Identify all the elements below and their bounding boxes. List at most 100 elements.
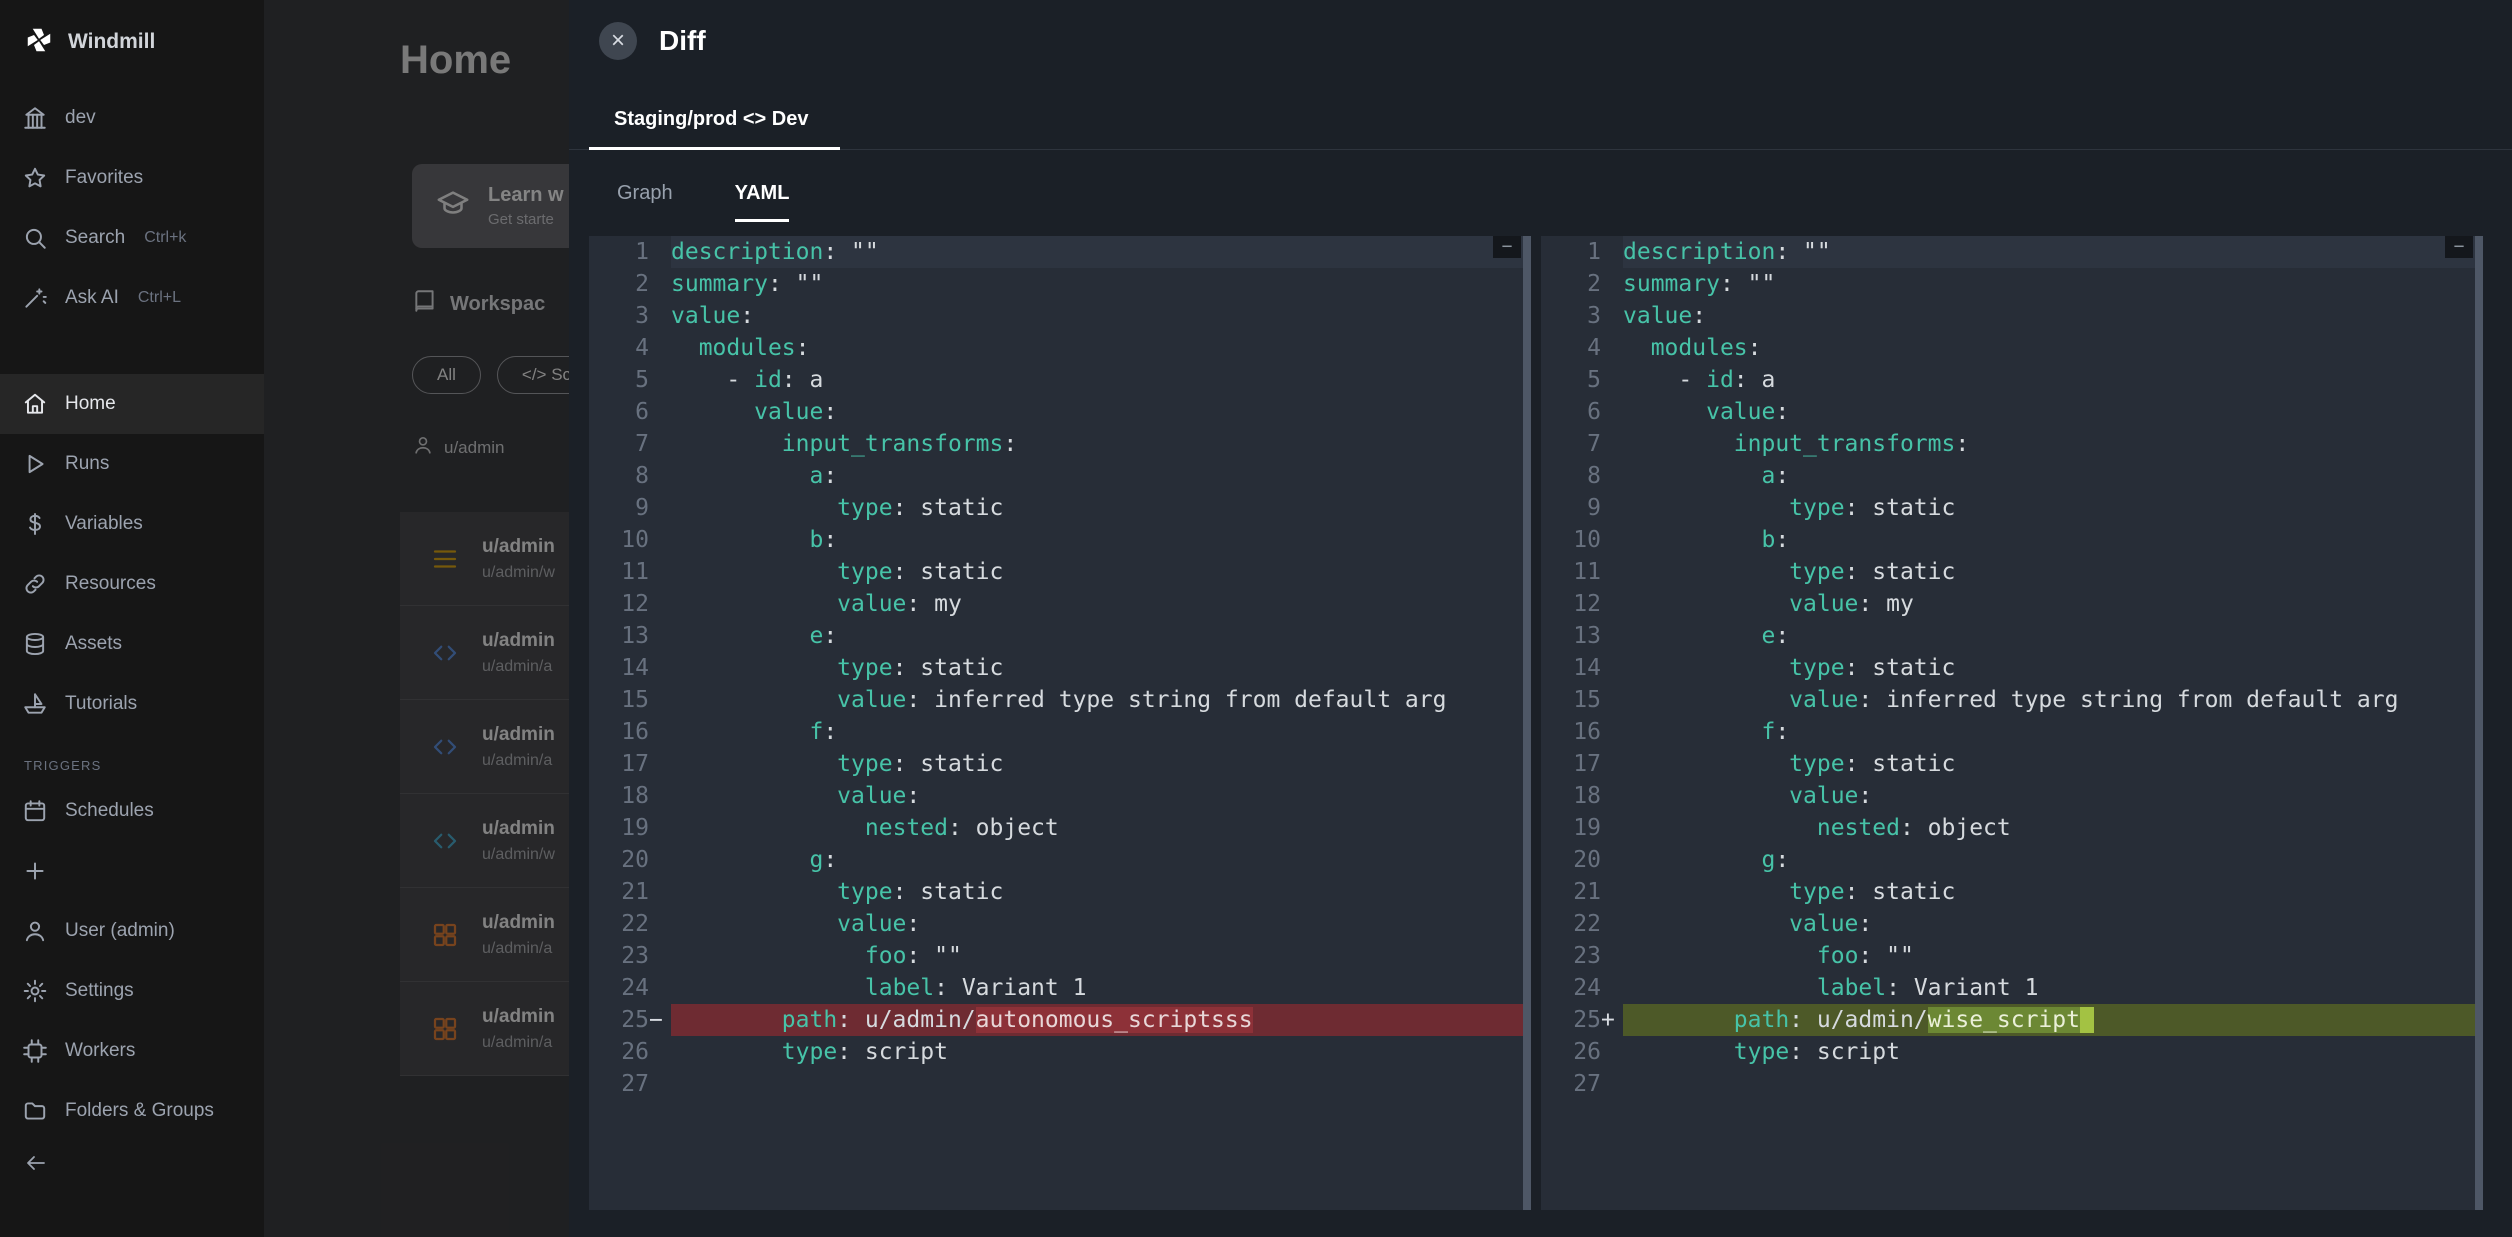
- line-number: 8: [1541, 460, 1623, 492]
- line-number: 5: [1541, 364, 1623, 396]
- line-number: 4: [589, 332, 671, 364]
- sidebar-item-workers[interactable]: Workers: [0, 1021, 264, 1081]
- code-line: 26 type: script: [589, 1036, 1531, 1068]
- line-number: 4: [1541, 332, 1623, 364]
- code-line: 7 input_transforms:: [589, 428, 1531, 460]
- sidebar-item-assets[interactable]: Assets: [0, 614, 264, 674]
- tab-staging-prod-dev[interactable]: Staging/prod <> Dev: [589, 108, 840, 150]
- line-number: 18: [589, 780, 671, 812]
- line-number: 13: [1541, 620, 1623, 652]
- code-content: value:: [671, 908, 1531, 940]
- code-line: 13 e:: [1541, 620, 2483, 652]
- collapse-sidebar-button[interactable]: [0, 1151, 264, 1179]
- boat-icon: [22, 691, 48, 717]
- sidebar-item-label: Ask AI: [65, 287, 119, 309]
- line-number: 22: [589, 908, 671, 940]
- code-line: 9 type: static: [589, 492, 1531, 524]
- diff-marker: −: [649, 1004, 671, 1036]
- sidebar-item-variables[interactable]: Variables: [0, 494, 264, 554]
- line-number: 14: [589, 652, 671, 684]
- line-number: 12: [589, 588, 671, 620]
- wand-icon: [22, 285, 48, 311]
- code-content: a:: [1623, 460, 2483, 492]
- code-content: type: static: [671, 492, 1531, 524]
- sidebar-item-home[interactable]: Home: [0, 374, 264, 434]
- code-content: f:: [671, 716, 1531, 748]
- code-content: value: inferred type string from default…: [671, 684, 1531, 716]
- calendar-icon: [22, 798, 48, 824]
- diff-target-tabs: Staging/prod <> Dev: [569, 82, 2512, 150]
- building-icon: [22, 105, 48, 131]
- code-line: 22 value:: [589, 908, 1531, 940]
- code-line: 21 type: static: [1541, 876, 2483, 908]
- code-content: input_transforms:: [1623, 428, 2483, 460]
- shortcut-label: Ctrl+k: [144, 229, 186, 247]
- code-content: value: my: [1623, 588, 2483, 620]
- sidebar-item-runs[interactable]: Runs: [0, 434, 264, 494]
- tab-yaml[interactable]: YAML: [735, 182, 790, 222]
- line-number: 10: [1541, 524, 1623, 556]
- scrollbar[interactable]: [2475, 236, 2483, 1210]
- code-line: 4 modules:: [589, 332, 1531, 364]
- sidebar-item-user-admin[interactable]: User (admin): [0, 901, 264, 961]
- diff-left-panel[interactable]: 1description: ""2summary: ""3value:4 mod…: [589, 236, 1531, 1210]
- code-content: value: inferred type string from default…: [1623, 684, 2483, 716]
- star-icon: [22, 165, 48, 191]
- sidebar-item-plus[interactable]: [0, 841, 264, 901]
- close-button[interactable]: ×: [599, 22, 637, 60]
- dollar-icon: [22, 511, 48, 537]
- line-number: 16: [589, 716, 671, 748]
- code-content: type: static: [671, 556, 1531, 588]
- diff-view-tabs: Graph YAML: [569, 150, 2512, 222]
- sidebar-item-label: dev: [65, 107, 96, 129]
- sidebar-item-label: User (admin): [65, 920, 175, 942]
- sidebar-item-folders-groups[interactable]: Folders & Groups: [0, 1081, 264, 1141]
- code-line: 17 type: static: [589, 748, 1531, 780]
- code-line: 15 value: inferred type string from defa…: [1541, 684, 2483, 716]
- code-content: nested: object: [1623, 812, 2483, 844]
- brand[interactable]: Windmill: [0, 22, 264, 62]
- code-line: 1description: "": [1541, 236, 2483, 268]
- sidebar-item-label: Resources: [65, 573, 156, 595]
- code-content: foo: "": [1623, 940, 2483, 972]
- code-line: 7 input_transforms:: [1541, 428, 2483, 460]
- code-line: 20 g:: [1541, 844, 2483, 876]
- sidebar-item-label: Assets: [65, 633, 122, 655]
- app-root: Windmill devFavoritesSearchCtrl+kAsk AIC…: [0, 0, 2512, 1237]
- line-number: 25+: [1541, 1004, 1623, 1036]
- code-line: 23 foo: "": [589, 940, 1531, 972]
- tab-graph[interactable]: Graph: [617, 182, 673, 222]
- collapse-region-button[interactable]: −: [1493, 236, 1521, 258]
- code-line: 22 value:: [1541, 908, 2483, 940]
- code-content: value:: [1623, 780, 2483, 812]
- drawer-header: × Diff: [569, 0, 2512, 82]
- sidebar-item-schedules[interactable]: Schedules: [0, 781, 264, 841]
- gear-icon: [22, 978, 48, 1004]
- code-line: 19 nested: object: [589, 812, 1531, 844]
- code-line: 16 f:: [589, 716, 1531, 748]
- collapse-region-button[interactable]: −: [2445, 236, 2473, 258]
- line-number: 19: [1541, 812, 1623, 844]
- code-line: 23 foo: "": [1541, 940, 2483, 972]
- sidebar-item-favorites[interactable]: Favorites: [0, 148, 264, 208]
- line-number: 22: [1541, 908, 1623, 940]
- line-number: 5: [589, 364, 671, 396]
- code-content: type: static: [1623, 876, 2483, 908]
- code-line: 18 value:: [1541, 780, 2483, 812]
- line-number: 7: [589, 428, 671, 460]
- sidebar-item-settings[interactable]: Settings: [0, 961, 264, 1021]
- code-content: - id: a: [671, 364, 1531, 396]
- sidebar-item-ask-ai[interactable]: Ask AICtrl+L: [0, 268, 264, 328]
- code-content: modules:: [1623, 332, 2483, 364]
- sidebar-item-dev[interactable]: dev: [0, 88, 264, 148]
- sidebar-item-tutorials[interactable]: Tutorials: [0, 674, 264, 734]
- diff-right-panel[interactable]: 1description: ""2summary: ""3value:4 mod…: [1541, 236, 2483, 1210]
- scrollbar[interactable]: [1523, 236, 1531, 1210]
- code-content: value:: [1623, 908, 2483, 940]
- line-number: 27: [1541, 1068, 1623, 1100]
- windmill-logo-icon: [24, 25, 54, 60]
- code-line: 11 type: static: [1541, 556, 2483, 588]
- sidebar-item-resources[interactable]: Resources: [0, 554, 264, 614]
- code-content: type: static: [671, 748, 1531, 780]
- sidebar-item-search[interactable]: SearchCtrl+k: [0, 208, 264, 268]
